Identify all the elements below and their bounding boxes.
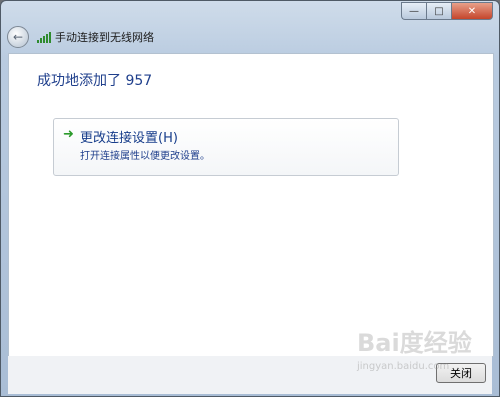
option-title: 更改连接设置(H) — [80, 131, 178, 146]
watermark-logo: Bai度经验 — [357, 329, 472, 357]
title-bar: — □ ✕ — [1, 1, 499, 23]
window-title: 手动连接到无线网络 — [55, 31, 154, 44]
close-window-button[interactable]: ✕ — [451, 2, 493, 20]
maximize-button[interactable]: □ — [426, 2, 451, 20]
navigation-bar: ← 手动连接到无线网络 — [7, 26, 154, 48]
back-arrow-icon: ← — [12, 30, 24, 44]
content-panel: 成功地添加了 957 ➜ 更改连接设置(H) 打开连接属性以便更改设置。 — [8, 53, 494, 357]
change-connection-settings-option[interactable]: ➜ 更改连接设置(H) 打开连接属性以便更改设置。 — [53, 118, 399, 176]
wifi-signal-icon — [37, 31, 51, 43]
watermark-url: jingyan.baidu.com — [357, 361, 450, 372]
dialog-window: — □ ✕ ← 手动连接到无线网络 成功地添加了 957 ➜ 更改连接设置(H)… — [0, 0, 500, 397]
page-title: 成功地添加了 957 — [37, 73, 153, 89]
green-arrow-icon: ➜ — [63, 127, 74, 142]
minimize-button[interactable]: — — [401, 2, 426, 20]
window-controls: — □ ✕ — [401, 2, 493, 20]
back-button[interactable]: ← — [7, 26, 29, 48]
option-description: 打开连接属性以便更改设置。 — [80, 151, 210, 162]
